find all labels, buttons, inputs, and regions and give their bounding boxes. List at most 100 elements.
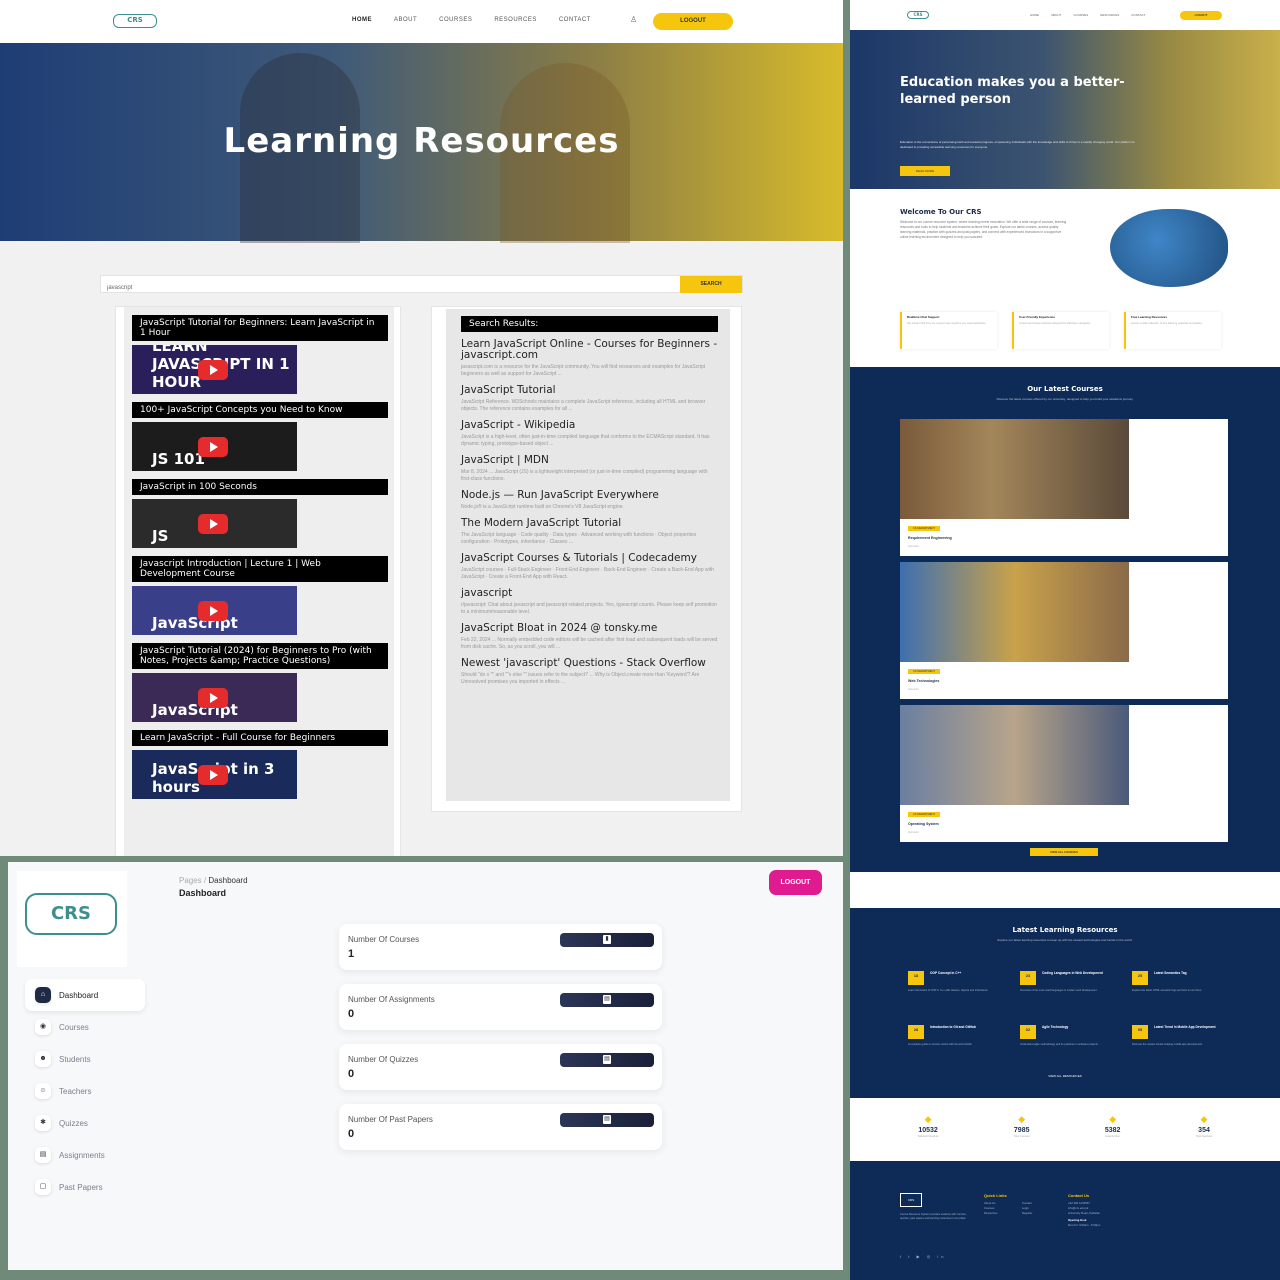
footer-link[interactable]: Register <box>1022 1211 1052 1216</box>
sidebar-item-students[interactable]: ☻ Students <box>25 1043 145 1075</box>
video-title[interactable]: Learn JavaScript - Full Course for Begin… <box>132 730 388 746</box>
play-icon[interactable] <box>198 601 228 621</box>
logout-button[interactable]: LOGOUT <box>1180 11 1222 20</box>
result-title-link[interactable]: Learn JavaScript Online - Courses for Be… <box>461 339 718 361</box>
search-results-column: Search Results: Learn JavaScript Online … <box>431 306 742 812</box>
read-more-button[interactable]: READ MORE <box>900 166 950 176</box>
resource-item[interactable]: 23 Coding Languages in Web Development Ove… <box>1020 971 1132 1001</box>
resource-item[interactable]: 25 Latest Semantics Tag Explore the latest… <box>1132 971 1232 1001</box>
video-thumbnail[interactable]: JavaScript in 3 hours <box>132 750 297 799</box>
play-icon[interactable] <box>198 514 228 534</box>
video-title[interactable]: Javascript Introduction | Lecture 1 | We… <box>132 556 388 582</box>
crs-logo[interactable]: CRS <box>113 14 157 28</box>
result-title-link[interactable]: Node.js — Run JavaScript Everywhere <box>461 490 718 501</box>
nav-resources[interactable]: RESOURCES <box>1100 13 1119 17</box>
nav-home[interactable]: HOME <box>1030 13 1039 17</box>
resource-title[interactable]: Latest Trend in Mobile App Development <box>1154 1025 1226 1029</box>
course-card[interactable]: CS DEPARTMENT Requirement Engineering Inst… <box>900 419 1228 556</box>
result-title-link[interactable]: JavaScript Courses & Tutorials | Codecad… <box>461 553 718 564</box>
video-title[interactable]: JavaScript Tutorial for Beginners: Learn… <box>132 315 388 341</box>
resource-title[interactable]: Latest Semantics Tag <box>1154 971 1226 975</box>
nav-contact[interactable]: CONTACT <box>1131 13 1145 17</box>
resource-item[interactable]: 18 OOP Concept in C++ Learn the basics of … <box>908 971 1020 1001</box>
search-input[interactable] <box>101 280 676 296</box>
video-thumbnail[interactable]: JavaScript <box>132 673 297 722</box>
footer-link[interactable]: Resources <box>984 1211 1014 1216</box>
nav-courses[interactable]: COURSES <box>1073 13 1088 17</box>
result-title-link[interactable]: JavaScript - Wikipedia <box>461 420 718 431</box>
view-all-resources-link[interactable]: VIEW ALL RESOURCES <box>850 1074 1280 1078</box>
result-title-link[interactable]: Newest 'javascript' Questions - Stack Ov… <box>461 658 718 669</box>
course-name[interactable]: Requirement Engineering <box>908 536 952 540</box>
video-item[interactable]: JavaScript in 100 Seconds JS <box>132 479 394 548</box>
sidebar-item-past-papers[interactable]: ▢ Past Papers <box>25 1171 145 1203</box>
result-title-link[interactable]: JavaScript | MDN <box>461 455 718 466</box>
logout-button[interactable]: LOGOUT <box>769 870 822 895</box>
resource-item[interactable]: 05 Latest Trend in Mobile App Development… <box>1132 1025 1232 1055</box>
course-image[interactable] <box>900 562 1129 662</box>
resource-title[interactable]: Coding Languages in Web Development <box>1042 971 1114 975</box>
sidebar-item-courses[interactable]: ◉ Courses <box>25 1011 145 1043</box>
sidebar-item-teachers[interactable]: ☺ Teachers <box>25 1075 145 1107</box>
video-item[interactable]: Learn JavaScript - Full Course for Begin… <box>132 730 394 799</box>
course-card[interactable]: CS DEPARTMENT Operating System Instructor <box>900 705 1228 842</box>
nav-contact[interactable]: CONTACT <box>559 17 591 23</box>
nav-home[interactable]: HOME <box>352 17 372 23</box>
search-button[interactable]: SEARCH <box>680 276 742 293</box>
crs-logo[interactable]: CRS <box>25 893 117 935</box>
resource-item[interactable]: 28 Introduction to Git and GitHub A comple… <box>908 1025 1020 1055</box>
breadcrumb-parent[interactable]: Pages <box>179 876 202 885</box>
video-thumbnail[interactable]: JS 101 <box>132 422 297 471</box>
resource-desc: Discover the newest trends shaping mobil… <box>1132 1043 1203 1046</box>
facebook-icon[interactable]: f <box>900 1254 904 1259</box>
video-title[interactable]: 100+ JavaScript Concepts you Need to Kno… <box>132 402 388 418</box>
result-title-link[interactable]: JavaScript Tutorial <box>461 385 718 396</box>
resource-title[interactable]: Agile Technology <box>1042 1025 1114 1029</box>
course-image[interactable] <box>900 419 1129 519</box>
nav-about[interactable]: ABOUT <box>394 17 417 23</box>
play-icon[interactable] <box>198 437 228 457</box>
video-item[interactable]: JavaScript Tutorial for Beginners: Learn… <box>132 315 394 394</box>
result-snippet: Should "do x "" and ""x else "" issues r… <box>461 672 700 685</box>
course-name[interactable]: Web Technologies <box>908 679 939 683</box>
course-card[interactable]: CS DEPARTMENT Web Technologies Instructor <box>900 562 1228 699</box>
logout-button[interactable]: LOGOUT <box>653 13 733 30</box>
linkedin-icon[interactable]: in <box>937 1254 946 1259</box>
play-icon[interactable] <box>198 688 228 708</box>
user-icon[interactable]: ♙ <box>630 15 637 24</box>
course-tag: CS DEPARTMENT <box>908 812 940 817</box>
resource-title[interactable]: Introduction to Git and GitHub <box>930 1025 1002 1029</box>
sidebar-item-dashboard[interactable]: ⌂ Dashboard <box>25 979 145 1011</box>
play-icon[interactable] <box>198 360 228 380</box>
resource-desc: A complete guide to version control with… <box>908 1043 973 1046</box>
video-thumbnail[interactable]: LEARN JAVASCRIPT IN 1 HOUR <box>132 345 297 394</box>
twitter-icon[interactable]: t <box>908 1254 912 1259</box>
crs-logo[interactable]: CRS <box>907 11 929 19</box>
document-icon: ▮ <box>603 935 611 944</box>
course-image[interactable] <box>900 705 1129 805</box>
nav-courses[interactable]: COURSES <box>439 17 472 23</box>
sidebar-item-quizzes[interactable]: ✱ Quizzes <box>25 1107 145 1139</box>
resource-item[interactable]: 02 Agile Technology Understand agile metho… <box>1020 1025 1132 1055</box>
video-item[interactable]: JavaScript Tutorial (2024) for Beginners… <box>132 643 394 722</box>
result-title-link[interactable]: The Modern JavaScript Tutorial <box>461 518 718 529</box>
video-title[interactable]: JavaScript in 100 Seconds <box>132 479 388 495</box>
course-name[interactable]: Operating System <box>908 822 939 826</box>
video-item[interactable]: Javascript Introduction | Lecture 1 | We… <box>132 556 394 635</box>
nav-resources[interactable]: RESOURCES <box>494 17 537 23</box>
view-all-courses-button[interactable]: VIEW ALL COURSES <box>1030 848 1098 856</box>
video-thumbnail[interactable]: JavaScript <box>132 586 297 635</box>
stat-card: Number Of Courses 1 ▮ <box>339 924 662 970</box>
video-thumbnail[interactable]: JS <box>132 499 297 548</box>
nav-about[interactable]: ABOUT <box>1051 13 1061 17</box>
result-title-link[interactable]: JavaScript Bloat in 2024 @ tonsky.me <box>461 623 718 634</box>
result-title-link[interactable]: javascript <box>461 588 718 599</box>
video-title[interactable]: JavaScript Tutorial (2024) for Beginners… <box>132 643 388 669</box>
instagram-icon[interactable]: ◎ <box>927 1254 934 1259</box>
youtube-icon[interactable]: ▶ <box>917 1254 923 1259</box>
stat-value: 5382 <box>1104 1127 1121 1134</box>
play-icon[interactable] <box>198 765 228 785</box>
sidebar-item-assignments[interactable]: ▤ Assignments <box>25 1139 145 1171</box>
resource-title[interactable]: OOP Concept in C++ <box>930 971 1002 975</box>
video-item[interactable]: 100+ JavaScript Concepts you Need to Kno… <box>132 402 394 471</box>
